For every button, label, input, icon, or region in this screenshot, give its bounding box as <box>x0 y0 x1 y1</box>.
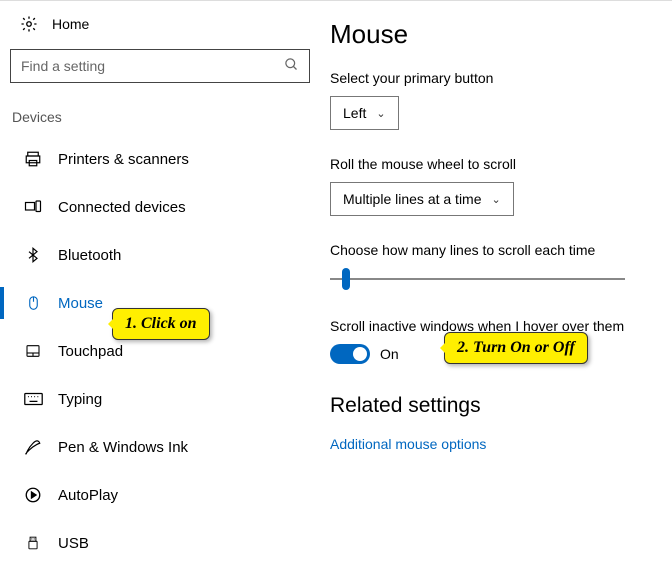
chevron-down-icon: ⌄ <box>376 107 385 120</box>
printer-icon <box>22 150 44 168</box>
primary-button-label: Select your primary button <box>330 70 652 86</box>
search-icon <box>284 57 299 75</box>
search-box[interactable] <box>10 49 310 83</box>
sidebar-item-label: Pen & Windows Ink <box>58 439 188 456</box>
touchpad-icon <box>22 343 44 359</box>
settings-sidebar: Home Devices Printers & scanners Connect… <box>0 1 330 586</box>
home-label: Home <box>52 16 89 32</box>
sidebar-item-label: USB <box>58 535 89 552</box>
home-nav[interactable]: Home <box>10 11 320 37</box>
sidebar-item-label: Bluetooth <box>58 247 121 264</box>
lines-scroll-label: Choose how many lines to scroll each tim… <box>330 242 652 258</box>
wheel-scroll-select[interactable]: Multiple lines at a time ⌄ <box>330 182 514 216</box>
sidebar-item-printers[interactable]: Printers & scanners <box>10 135 320 183</box>
annotation-callout-2: 2. Turn On or Off <box>444 332 588 364</box>
pen-icon <box>22 438 44 456</box>
related-settings-heading: Related settings <box>330 394 652 418</box>
slider-thumb[interactable] <box>342 268 350 290</box>
search-input[interactable] <box>21 58 284 74</box>
keyboard-icon <box>22 392 44 406</box>
bluetooth-icon <box>22 246 44 264</box>
toggle-knob <box>353 347 367 361</box>
wheel-scroll-value: Multiple lines at a time <box>343 191 482 207</box>
lines-slider[interactable] <box>330 268 625 292</box>
slider-track <box>330 278 625 280</box>
sidebar-item-label: Printers & scanners <box>58 151 189 168</box>
mouse-icon <box>22 294 44 312</box>
gear-icon <box>18 15 40 33</box>
sidebar-item-pen[interactable]: Pen & Windows Ink <box>10 423 320 471</box>
sidebar-item-label: Connected devices <box>58 199 186 216</box>
primary-button-value: Left <box>343 105 366 121</box>
sidebar-item-usb[interactable]: USB <box>10 519 320 567</box>
sidebar-item-label: Typing <box>58 391 102 408</box>
sidebar-item-typing[interactable]: Typing <box>10 375 320 423</box>
sidebar-item-label: Touchpad <box>58 343 123 360</box>
primary-button-select[interactable]: Left ⌄ <box>330 96 399 130</box>
additional-mouse-options-link[interactable]: Additional mouse options <box>330 436 652 452</box>
sidebar-item-bluetooth[interactable]: Bluetooth <box>10 231 320 279</box>
wheel-scroll-label: Roll the mouse wheel to scroll <box>330 156 652 172</box>
usb-icon <box>22 534 44 552</box>
connected-devices-icon <box>22 198 44 216</box>
inactive-scroll-toggle[interactable] <box>330 344 370 364</box>
toggle-state-label: On <box>380 346 399 362</box>
main-panel: Mouse Select your primary button Left ⌄ … <box>330 1 672 586</box>
annotation-callout-1: 1. Click on <box>112 308 210 340</box>
category-label: Devices <box>10 109 320 125</box>
autoplay-icon <box>22 486 44 504</box>
sidebar-item-autoplay[interactable]: AutoPlay <box>10 471 320 519</box>
sidebar-item-connected[interactable]: Connected devices <box>10 183 320 231</box>
sidebar-item-label: AutoPlay <box>58 487 118 504</box>
chevron-down-icon: ⌄ <box>492 193 501 206</box>
page-title: Mouse <box>330 19 652 50</box>
sidebar-item-label: Mouse <box>58 295 103 312</box>
